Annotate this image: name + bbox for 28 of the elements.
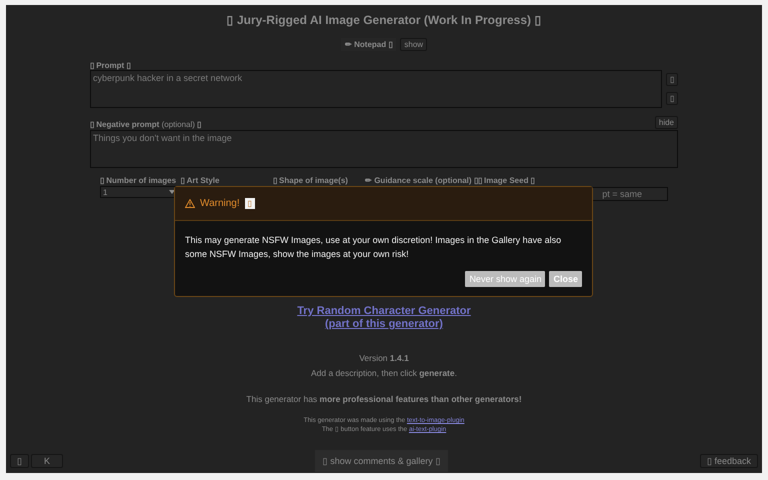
dropdown-icon <box>169 190 175 194</box>
setting-label: ▯ Number of images <box>100 176 178 185</box>
comments-gallery-button[interactable]: ▯ show comments & gallery ▯ <box>314 450 448 472</box>
version-text: Version 1.4.1 <box>359 353 409 363</box>
prompt-tool-button[interactable]: ▯ <box>666 73 678 86</box>
footer-button[interactable]: K <box>31 454 64 468</box>
title-badge: ▯ <box>244 198 255 209</box>
show-button[interactable]: show <box>400 38 428 51</box>
negative-prompt-field[interactable]: Things you don't want in the image <box>90 130 678 168</box>
warning-icon <box>185 199 195 208</box>
feedback-button[interactable]: ▯ feedback <box>700 454 758 468</box>
number-of-images-select[interactable]: 1 <box>100 186 178 198</box>
prompt-tool-button[interactable]: ▯ <box>666 92 678 105</box>
prompt-field[interactable]: cyberpunk hacker in a secret network <box>90 70 662 108</box>
setting-label: ▯ Shape of image(s) <box>272 176 349 185</box>
prompt-label: ▯ Prompt ▯ <box>90 61 130 70</box>
setting-label: ✏ Guidance scale (optional) ▯ <box>364 176 478 185</box>
features-text: This generator has more professional features than other generators! <box>246 394 522 404</box>
setting-label: ▯ Art Style <box>180 176 220 185</box>
warning-message: This may generate NSFW Images, use at your own discretion! Images in the Gallery have also some NSFW Images, show the images at your own risk! <box>185 234 562 261</box>
negative-prompt-label: ▯ Negative prompt (optional) ▯ <box>90 120 202 129</box>
footer-button[interactable]: ▯ <box>10 454 29 468</box>
dialog-title: Warning! <box>200 198 240 209</box>
page-title: ▯ Jury-Rigged AI Image Generator (Work In Progress) ▯ <box>226 13 542 27</box>
instruction-text: Add a description, then click generate. <box>310 368 457 378</box>
hide-button[interactable]: hide <box>654 116 678 129</box>
random-character-link[interactable]: Try Random Character Generator (part of this generator) <box>297 305 471 331</box>
setting-label: ▯ Image Seed ▯ <box>478 176 536 185</box>
